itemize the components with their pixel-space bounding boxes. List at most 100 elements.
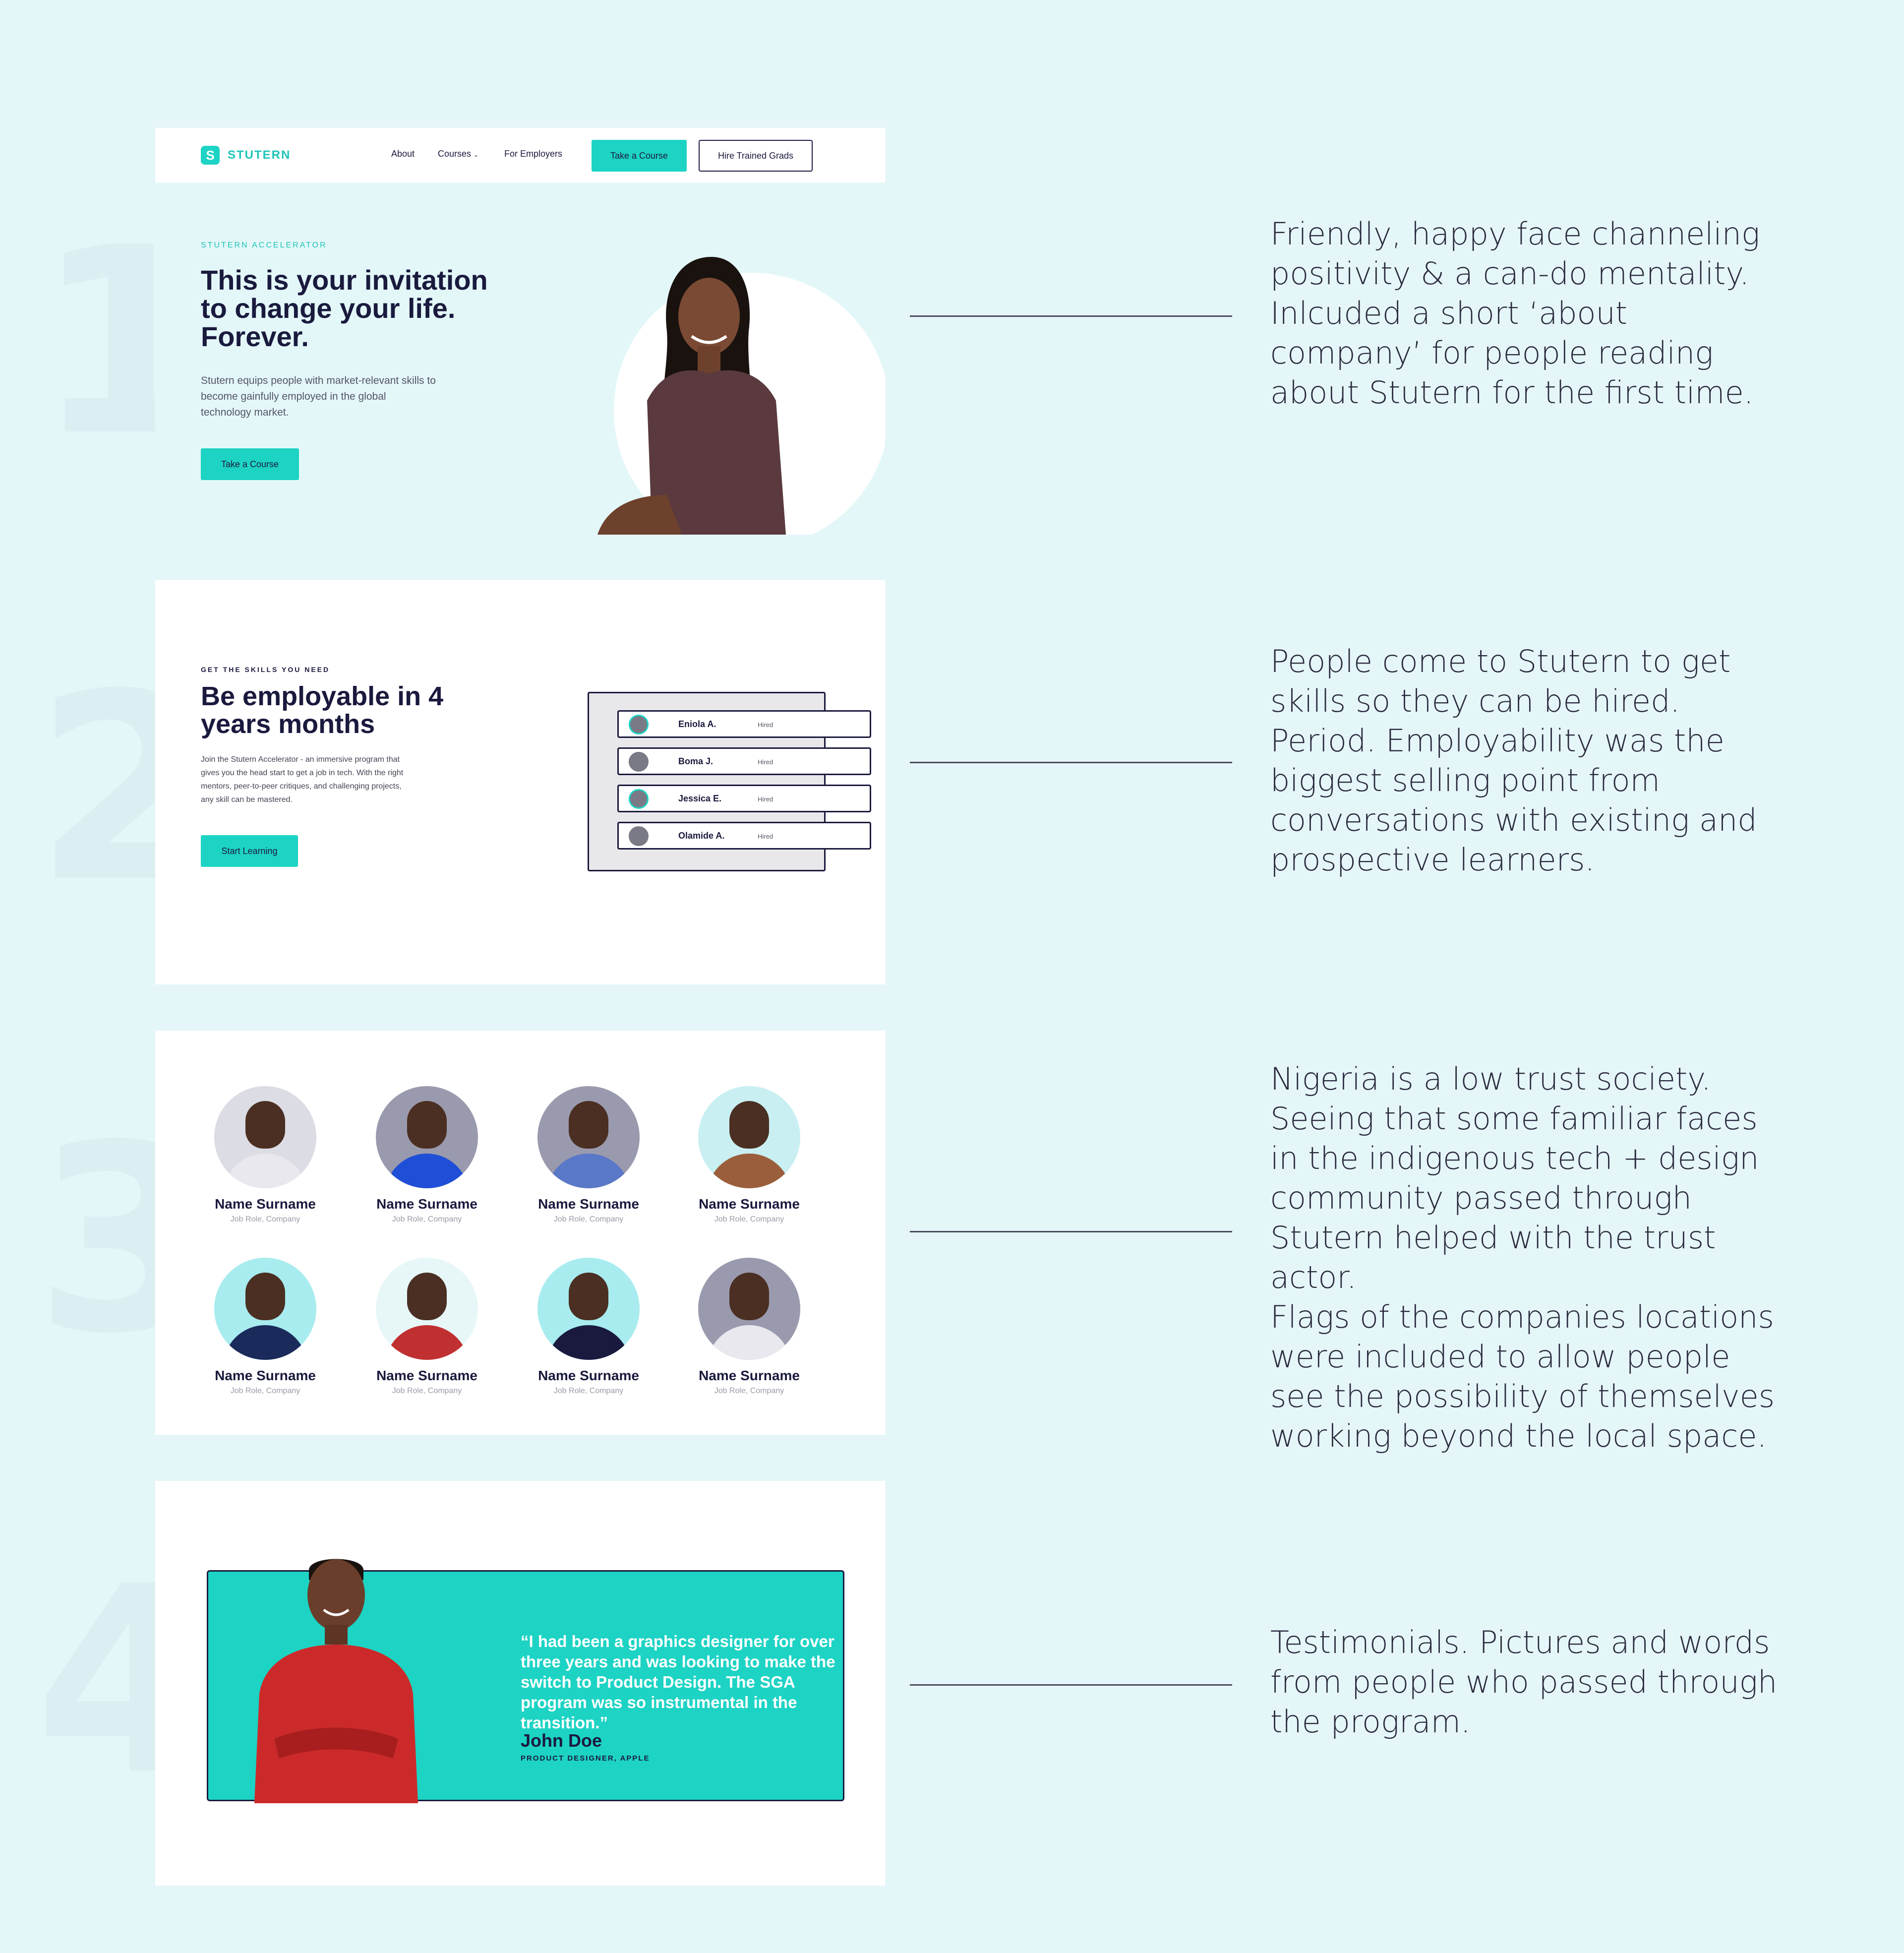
alumni-role: Job Role, Company bbox=[714, 1387, 784, 1395]
alumni-grid-preview: Name Surname Job Role, Company Name Surnam… bbox=[155, 1031, 885, 1435]
avatar-shoulders bbox=[546, 1154, 631, 1188]
avatar bbox=[629, 752, 649, 772]
alumni-card: Name Surname Job Role, Company bbox=[362, 1258, 491, 1396]
avatar-shoulders bbox=[707, 1325, 791, 1360]
alumni-role: Job Role, Company bbox=[553, 1215, 624, 1223]
alumni-name: Name Surname bbox=[538, 1196, 639, 1212]
connector-line-4 bbox=[910, 1684, 1232, 1686]
avatar bbox=[376, 1086, 478, 1188]
avatar bbox=[214, 1258, 316, 1360]
alumni-role: Job Role, Company bbox=[392, 1387, 462, 1395]
avatar-head bbox=[729, 1101, 769, 1149]
avatar-head bbox=[245, 1273, 285, 1320]
alumni-card: Name Surname Job Role, Company bbox=[524, 1086, 653, 1224]
chevron-down-icon: ⌄ bbox=[474, 151, 479, 158]
stutern-logo[interactable]: S STUTERN bbox=[201, 146, 291, 165]
alumni-card: Name Surname Job Role, Company bbox=[685, 1258, 814, 1396]
alumni-name: Name Surname bbox=[215, 1368, 316, 1383]
avatar-shoulders bbox=[223, 1154, 307, 1188]
alumni-name: Name Surname bbox=[215, 1196, 316, 1212]
hire-card: Jessica E. Hired bbox=[617, 785, 871, 812]
hire-name: Jessica E. bbox=[678, 793, 722, 803]
alumni-card: Name Surname Job Role, Company bbox=[201, 1086, 330, 1224]
note-3: Nigeria is a low trust society. Seeing t… bbox=[1270, 1059, 1781, 1456]
avatar-head bbox=[407, 1273, 447, 1320]
avatar bbox=[698, 1258, 800, 1360]
hero-body: Stutern equips people with market-releva… bbox=[201, 375, 436, 418]
connector-line-3 bbox=[910, 1231, 1232, 1232]
alumni-role: Job Role, Company bbox=[230, 1215, 300, 1223]
hire-card: Olamide A. Hired bbox=[617, 822, 871, 850]
alumni-name: Name Surname bbox=[376, 1196, 477, 1212]
alumni-name: Name Surname bbox=[376, 1368, 477, 1383]
skills-body: Join the Stutern Accelerator - an immers… bbox=[201, 755, 404, 804]
avatar bbox=[214, 1086, 316, 1188]
avatar-head bbox=[569, 1101, 608, 1149]
hire-status: Hired bbox=[758, 758, 774, 766]
alumni-role: Job Role, Company bbox=[714, 1215, 784, 1223]
avatar bbox=[376, 1258, 478, 1360]
testimonial-man-photo bbox=[254, 1559, 418, 1803]
alumni-name: Name Surname bbox=[538, 1368, 639, 1383]
avatar bbox=[629, 789, 649, 809]
note-1: Friendly, happy face channeling positivi… bbox=[1270, 214, 1781, 413]
hero-take-course-button[interactable]: Take a Course bbox=[201, 448, 299, 480]
nav-take-course-button[interactable]: Take a Course bbox=[592, 140, 687, 172]
note-1-text: Friendly, happy face channeling positivi… bbox=[1270, 216, 1760, 411]
hero-woman-photo bbox=[597, 257, 786, 535]
avatar-head bbox=[245, 1101, 285, 1149]
note-3-text: Nigeria is a low trust society. Seeing t… bbox=[1270, 1061, 1759, 1295]
testimonial-name: John Doe bbox=[521, 1730, 602, 1751]
avatar bbox=[698, 1086, 800, 1188]
hero-eyebrow: STUTERN ACCELERATOR bbox=[201, 241, 327, 249]
testimonial-role: PRODUCT DESIGNER, APPLE bbox=[521, 1754, 650, 1763]
alumni-role: Job Role, Company bbox=[553, 1387, 624, 1395]
hire-name: Olamide A. bbox=[678, 831, 725, 841]
avatar bbox=[537, 1258, 640, 1360]
nav-about[interactable]: About bbox=[391, 149, 415, 159]
avatar-shoulders bbox=[385, 1325, 469, 1360]
alumni-card: Name Surname Job Role, Company bbox=[524, 1258, 653, 1396]
nav-courses-label: Courses bbox=[438, 149, 472, 159]
avatar-head bbox=[729, 1273, 769, 1320]
connector-line-2 bbox=[910, 762, 1232, 763]
logo-mark-icon: S bbox=[201, 146, 220, 165]
avatar-head bbox=[569, 1273, 608, 1320]
hire-name: Eniola A. bbox=[678, 719, 716, 729]
hire-status: Hired bbox=[758, 833, 774, 840]
alumni-name: Name Surname bbox=[699, 1196, 800, 1212]
testimonial-quote: “I had been a graphics designer for over… bbox=[521, 1632, 835, 1732]
avatar-shoulders bbox=[546, 1325, 631, 1360]
note-4: Testimonials. Pictures and words from pe… bbox=[1270, 1623, 1781, 1742]
alumni-card: Name Surname Job Role, Company bbox=[362, 1086, 491, 1224]
note-2: People come to Stutern to get skills so … bbox=[1270, 642, 1781, 880]
start-learning-button[interactable]: Start Learning bbox=[201, 835, 298, 867]
skills-section-preview: GET THE SKILLS YOU NEED Be employable in… bbox=[155, 580, 885, 984]
hero-heading: This is your invitation to change your l… bbox=[201, 264, 488, 352]
alumni-card: Name Surname Job Role, Company bbox=[201, 1258, 330, 1396]
note-4-text: Testimonials. Pictures and words from pe… bbox=[1270, 1624, 1778, 1740]
alumni-role: Job Role, Company bbox=[392, 1215, 462, 1223]
hire-card: Eniola A. Hired bbox=[617, 710, 871, 738]
skills-heading: Be employable in 4 years months bbox=[201, 681, 444, 739]
connector-line-1 bbox=[910, 315, 1232, 317]
note-3-text-2: Flags of the companies locations were in… bbox=[1270, 1299, 1775, 1454]
nav-hire-grads-button[interactable]: Hire Trained Grads bbox=[699, 140, 813, 172]
top-nav: S STUTERN About Courses ⌄ For Employers … bbox=[155, 128, 885, 183]
alumni-name: Name Surname bbox=[699, 1368, 800, 1383]
hire-card: Boma J. Hired bbox=[617, 747, 871, 775]
nav-for-employers[interactable]: For Employers bbox=[504, 149, 562, 159]
avatar bbox=[629, 826, 649, 846]
alumni-card: Name Surname Job Role, Company bbox=[685, 1086, 814, 1224]
avatar bbox=[537, 1086, 640, 1188]
note-2-text: People come to Stutern to get skills so … bbox=[1270, 643, 1757, 878]
avatar-shoulders bbox=[385, 1154, 469, 1188]
testimonial-section-preview: “I had been a graphics designer for over… bbox=[155, 1481, 885, 1886]
alumni-role: Job Role, Company bbox=[230, 1387, 300, 1395]
nav-courses[interactable]: Courses ⌄ bbox=[438, 149, 478, 159]
hire-status: Hired bbox=[758, 795, 774, 803]
hero-section-preview: S STUTERN About Courses ⌄ For Employers … bbox=[155, 128, 885, 535]
avatar-shoulders bbox=[223, 1325, 307, 1360]
hire-status: Hired bbox=[758, 721, 774, 729]
avatar bbox=[629, 715, 649, 734]
